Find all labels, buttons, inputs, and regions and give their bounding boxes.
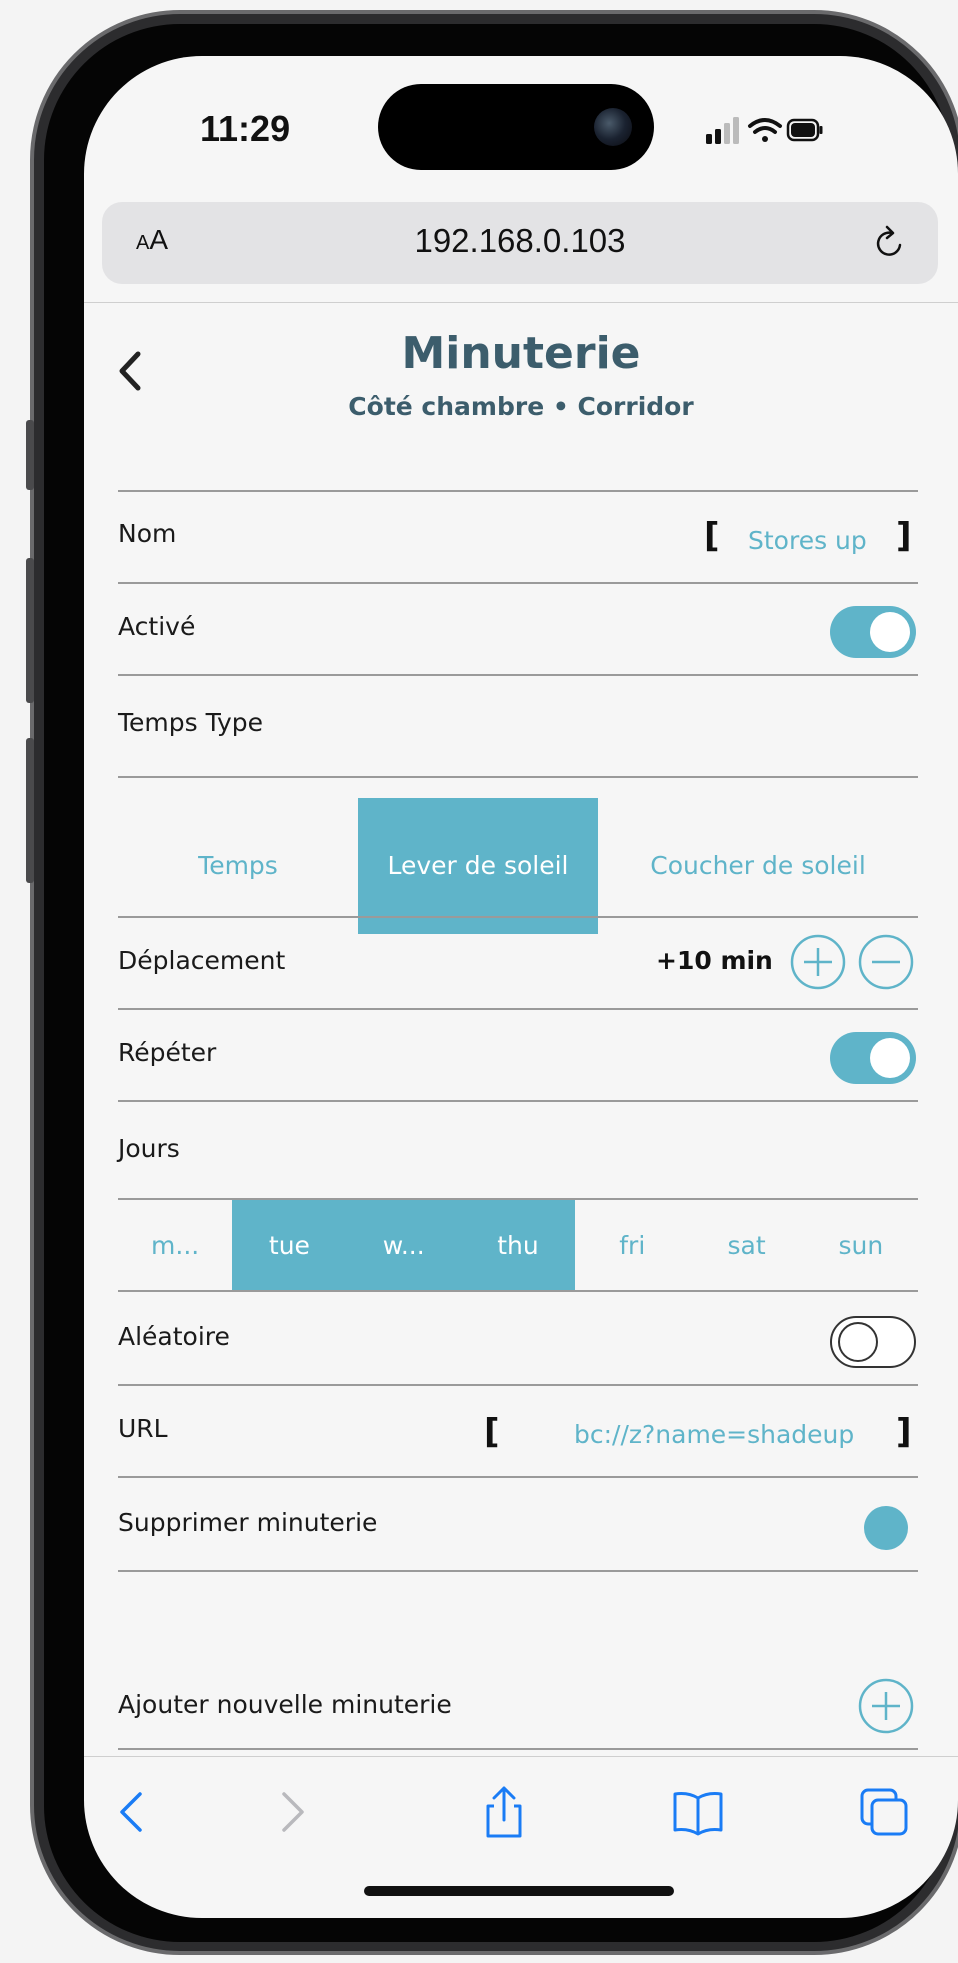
mute-switch <box>26 420 34 490</box>
active-label: Activé <box>118 612 196 641</box>
divider <box>118 1100 918 1102</box>
day-mon[interactable]: m... <box>118 1200 232 1290</box>
day-fri[interactable]: fri <box>575 1200 689 1290</box>
jours-label: Jours <box>118 1134 180 1163</box>
battery-icon <box>786 118 823 142</box>
ajouter-label: Ajouter nouvelle minuterie <box>118 1690 452 1719</box>
temps-type-segmented-control: Temps Lever de soleil Coucher de soleil <box>118 798 918 934</box>
bracket-open: [ <box>484 1412 500 1452</box>
share-icon[interactable] <box>476 1784 532 1840</box>
phone-screen: 11:29 AA 192.168.0.103 Minuterie Côté ch… <box>84 56 958 1918</box>
supprimer-label: Supprimer minuterie <box>118 1508 378 1537</box>
browser-forward-icon[interactable] <box>264 1784 320 1840</box>
bracket-open: [ <box>704 516 720 556</box>
divider <box>118 1008 918 1010</box>
nom-value[interactable]: Stores up <box>748 526 867 555</box>
divider <box>118 1476 918 1478</box>
camera-icon <box>594 108 632 146</box>
signal-icon <box>706 117 739 144</box>
divider <box>118 490 918 492</box>
day-sat[interactable]: sat <box>689 1200 803 1290</box>
delete-timer-button[interactable] <box>864 1506 908 1550</box>
day-tue[interactable]: tue <box>232 1200 347 1290</box>
segment-temps[interactable]: Temps <box>118 798 358 934</box>
nom-label: Nom <box>118 519 177 548</box>
plus-circle-icon[interactable] <box>790 934 846 990</box>
wifi-icon <box>748 118 782 142</box>
reload-icon[interactable] <box>870 222 910 262</box>
home-indicator <box>364 1886 674 1896</box>
bookmarks-icon[interactable] <box>670 1784 726 1840</box>
divider <box>118 582 918 584</box>
repeter-label: Répéter <box>118 1038 217 1067</box>
active-toggle[interactable] <box>830 606 916 658</box>
tabs-icon[interactable] <box>856 1784 912 1840</box>
minus-circle-icon[interactable] <box>858 934 914 990</box>
divider <box>118 916 918 918</box>
temps-type-label: Temps Type <box>118 708 264 737</box>
volume-up-button <box>26 558 34 703</box>
deplacement-value: +10 min <box>656 946 773 975</box>
day-thu[interactable]: thu <box>460 1200 576 1290</box>
divider <box>118 1384 918 1386</box>
day-wed[interactable]: w... <box>346 1200 461 1290</box>
browser-divider <box>84 302 958 303</box>
bracket-close: ] <box>896 1412 912 1452</box>
status-icons <box>704 114 824 146</box>
day-sun[interactable]: sun <box>804 1200 918 1290</box>
page-title: Minuterie <box>401 328 641 379</box>
divider <box>118 1748 918 1750</box>
volume-down-button <box>26 738 34 883</box>
segment-coucher-de-soleil[interactable]: Coucher de soleil <box>598 798 918 934</box>
browser-back-icon[interactable] <box>104 1784 160 1840</box>
dynamic-island <box>378 84 654 170</box>
days-selector: m... tue w... thu fri sat sun <box>118 1200 918 1290</box>
page-subtitle: Côté chambre • Corridor <box>348 392 694 421</box>
divider <box>118 1290 918 1292</box>
url-text[interactable]: 192.168.0.103 <box>102 222 938 260</box>
status-time: 11:29 <box>200 108 291 149</box>
toolbar-divider <box>84 1756 958 1757</box>
repeter-toggle[interactable] <box>830 1032 916 1084</box>
divider <box>118 674 918 676</box>
address-bar[interactable]: AA 192.168.0.103 <box>102 202 938 284</box>
add-timer-plus-icon[interactable] <box>858 1678 914 1734</box>
deplacement-label: Déplacement <box>118 946 286 975</box>
bracket-close: ] <box>896 516 912 556</box>
url-value[interactable]: bc://z?name=shadeup <box>574 1420 854 1449</box>
aleatoire-toggle[interactable] <box>830 1316 916 1368</box>
divider <box>118 1570 918 1572</box>
segment-lever-de-soleil[interactable]: Lever de soleil <box>358 798 598 934</box>
aleatoire-label: Aléatoire <box>118 1322 230 1351</box>
divider <box>118 776 918 778</box>
url-label: URL <box>118 1414 168 1443</box>
